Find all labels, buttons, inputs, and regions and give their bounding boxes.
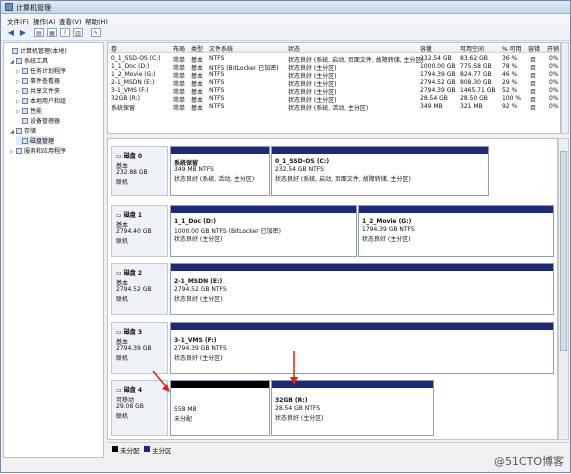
computer-management-window: 计算机管理 文件(F) 操作(A) 查看(V) 帮助(H) ◀ ▶ ▤ ▦ ? … <box>0 0 571 473</box>
annotation-arrows <box>152 351 298 392</box>
red-arrow-icon <box>152 370 170 392</box>
watermark: @51CTO博客 <box>493 455 564 468</box>
legend-primary: 主分区 <box>152 447 172 455</box>
unallocated-swatch <box>112 446 118 452</box>
primary-swatch <box>144 446 150 452</box>
legend-unallocated: 未分配 <box>120 447 140 455</box>
red-arrow-icon <box>290 351 298 385</box>
